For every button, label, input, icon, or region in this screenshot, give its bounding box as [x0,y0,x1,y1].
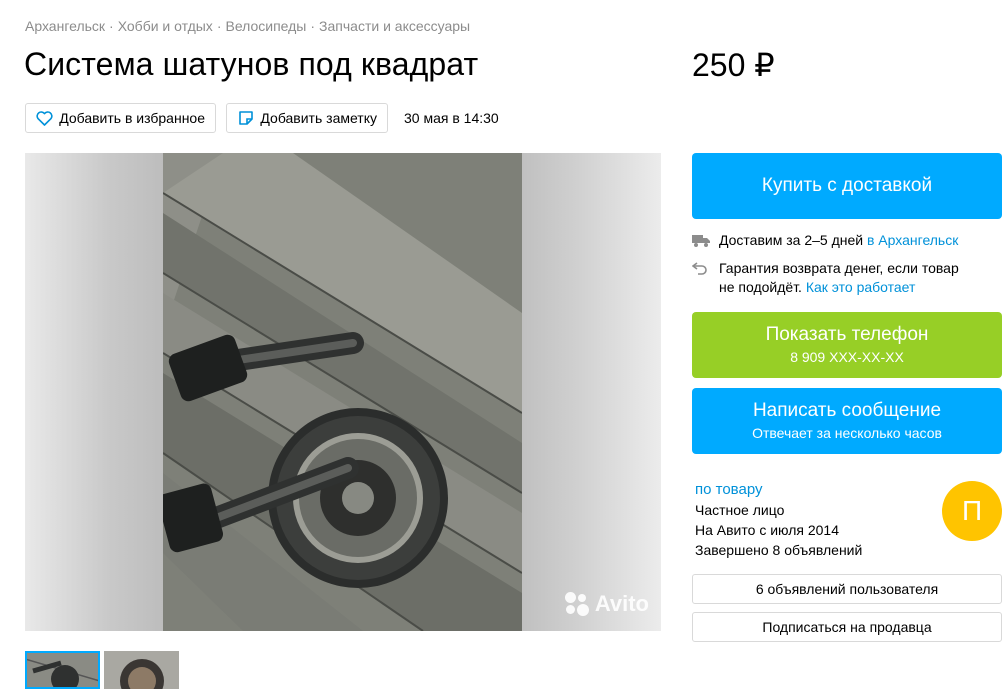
breadcrumb: Архангельск · Хобби и отдых · Велосипеды · Зап… [25,18,470,34]
add-note-label: Добавить заметку [260,110,377,126]
phone-number-masked: 8 909 XXX-XX-XX [790,349,904,365]
breadcrumb-item-city[interactable]: Архангельск [25,18,105,34]
add-to-favorites-label: Добавить в избранное [59,110,205,126]
breadcrumb-separator: · [216,18,222,34]
subscribe-seller-button[interactable]: Подписаться на продавца [692,612,1002,642]
seller-info: по товару Частное лицо На Авито с июля 2… [695,480,862,560]
seller-completed-ads: Завершено 8 объявлений [695,542,863,558]
write-message-button[interactable]: Написать сообщение Отвечает за несколько… [692,388,1002,454]
guarantee-text-line1: Гарантия возврата денег, если товар [719,260,959,276]
breadcrumb-item-bicycles[interactable]: Велосипеды [225,18,306,34]
return-arrow-icon [691,259,711,297]
avito-logo-icon [564,592,589,616]
add-to-favorites-button[interactable]: Добавить в избранное [25,103,216,133]
guarantee-info: Гарантия возврата денег, если товар не п… [691,259,959,297]
add-note-button[interactable]: Добавить заметку [226,103,388,133]
gallery-blur-right [522,153,661,631]
thumbnail-strip [25,651,179,689]
breadcrumb-separator: · [310,18,316,34]
breadcrumb-item-parts[interactable]: Запчасти и аксессуары [319,18,470,34]
truck-icon [692,231,711,252]
show-phone-button[interactable]: Показать телефон 8 909 XXX-XX-XX [692,312,1002,378]
page-title: Система шатунов под квадрат [24,46,479,82]
price: 250 ₽ [692,47,775,83]
main-photo[interactable] [163,153,522,631]
seller-type: Частное лицо [695,502,785,518]
gallery-blur-left [25,153,163,631]
seller-since: На Авито с июля 2014 [695,522,839,538]
watermark-text: Avito [594,591,649,616]
note-icon [237,109,254,127]
delivery-text: Доставим за 2–5 дней [719,232,864,248]
show-phone-label: Показать телефон [765,324,929,345]
buy-with-delivery-button[interactable]: Купить с доставкой [692,153,1002,219]
how-it-works-link[interactable]: Как это работает [806,279,916,295]
response-time: Отвечает за несколько часов [752,425,942,441]
photo-gallery[interactable]: Avito [25,153,661,631]
guarantee-text-line2: не подойдёт. [719,279,802,295]
thumbnail-1[interactable] [25,651,100,689]
seller-ads-button[interactable]: 6 объявлений пользователя [692,574,1002,604]
breadcrumb-item-hobby[interactable]: Хобби и отдых [118,18,213,34]
breadcrumb-separator: · [109,18,114,34]
delivery-city-link[interactable]: в Архангельск [867,232,958,248]
seller-name-link[interactable]: по товару [695,480,862,500]
delivery-info: Доставим за 2–5 дней в Архангельск [692,231,958,252]
write-message-label: Написать сообщение [752,400,942,421]
thumbnail-2[interactable] [104,651,179,689]
publish-date: 30 мая в 14:30 [404,110,499,126]
avito-watermark: Avito [564,591,649,617]
avatar[interactable]: П [942,481,1002,541]
buy-with-delivery-label: Купить с доставкой [761,175,933,196]
heart-icon [36,109,53,127]
